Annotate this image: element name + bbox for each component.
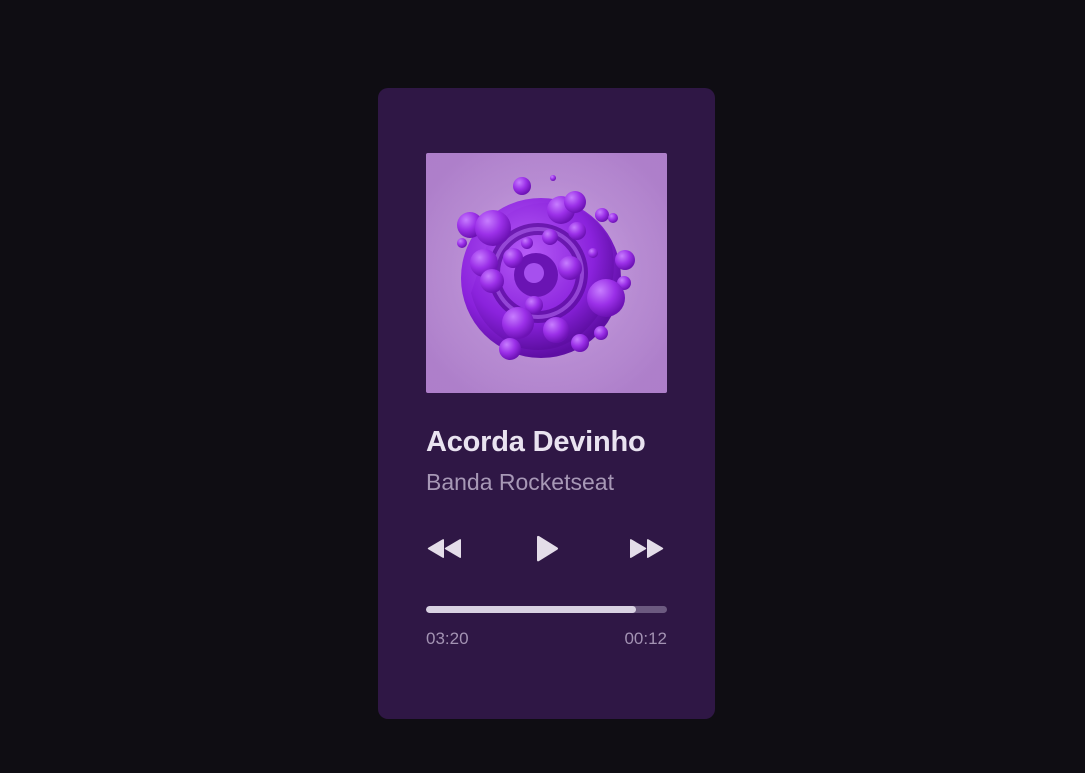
elapsed-time: 03:20 [426, 629, 469, 648]
remaining-time: 00:12 [624, 629, 667, 648]
music-player-card: Acorda Devinho Banda Rocketseat 03:20 00… [378, 88, 715, 719]
progress-bar-fill [426, 606, 636, 613]
next-button[interactable] [627, 534, 667, 568]
progress-bar[interactable] [426, 606, 667, 613]
previous-button[interactable] [424, 534, 464, 568]
play-button[interactable] [531, 534, 563, 568]
artist-name: Banda Rocketseat [426, 469, 614, 495]
play-icon [534, 534, 560, 569]
rewind-icon [425, 537, 463, 566]
album-cover-artwork [426, 153, 667, 393]
song-title: Acorda Devinho [426, 426, 646, 458]
fast-forward-icon [628, 537, 666, 566]
album-cover [426, 153, 667, 393]
page: Acorda Devinho Banda Rocketseat 03:20 00… [0, 0, 1085, 773]
